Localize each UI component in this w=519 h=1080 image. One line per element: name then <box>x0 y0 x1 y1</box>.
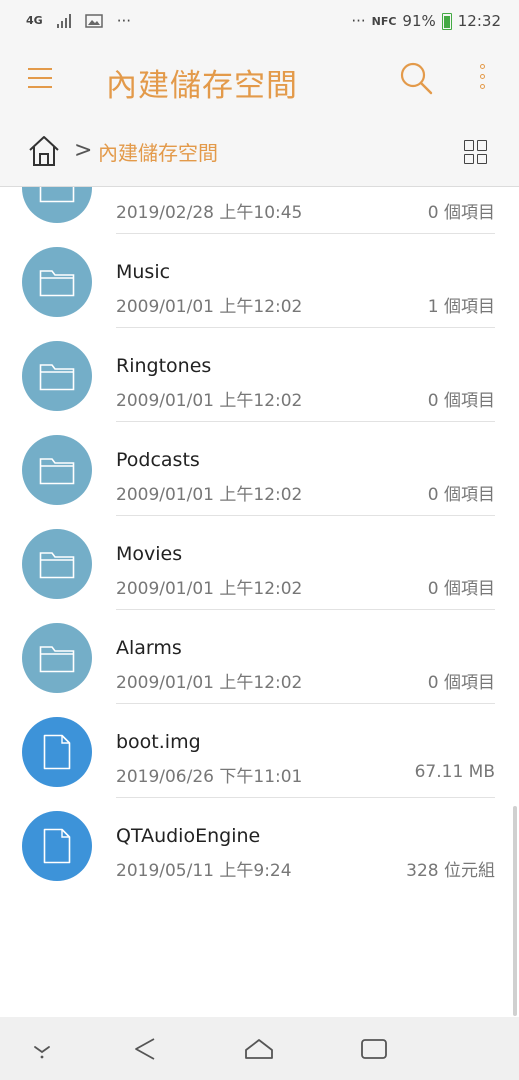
scrollbar[interactable] <box>513 806 517 1016</box>
item-name: Music <box>116 261 171 283</box>
more-status-icon: ··· <box>351 12 366 30</box>
item-meta: 0 個項目 <box>427 579 495 599</box>
chevron-down-icon[interactable] <box>26 1033 58 1065</box>
recent-apps-icon[interactable] <box>358 1033 390 1065</box>
item-name: bluetooth <box>116 187 207 189</box>
folder-icon <box>22 247 92 317</box>
item-meta: 328 位元組 <box>406 861 495 881</box>
item-meta: 1 個項目 <box>427 297 495 317</box>
nfc-icon: NFC <box>371 14 397 28</box>
battery-icon <box>441 12 452 30</box>
list-item[interactable]: QTAudioEngine 2019/05/11 上午9:24 328 位元組 <box>0 798 519 892</box>
item-date: 2009/01/01 上午12:02 <box>116 297 303 317</box>
item-meta: 0 個項目 <box>427 391 495 411</box>
navigation-bar <box>0 1017 519 1080</box>
item-date: 2019/06/26 下午11:01 <box>116 767 303 787</box>
list-item[interactable]: boot.img 2019/06/26 下午11:01 67.11 MB <box>0 704 519 798</box>
item-name: Podcasts <box>116 449 200 471</box>
more-options-icon[interactable] <box>478 64 490 96</box>
item-meta: 67.11 MB <box>414 762 495 782</box>
clock: 12:32 <box>457 12 501 30</box>
item-name: Movies <box>116 543 183 565</box>
breadcrumb: > 內建儲存空間 <box>0 120 519 187</box>
page-title: 內建儲存空間 <box>106 68 298 104</box>
list-item[interactable]: Movies 2009/01/01 上午12:02 0 個項目 <box>0 516 519 610</box>
breadcrumb-current[interactable]: 內建儲存空間 <box>98 137 218 166</box>
list-item[interactable]: Alarms 2009/01/01 上午12:02 0 個項目 <box>0 610 519 704</box>
home-nav-icon[interactable] <box>243 1033 275 1065</box>
grid-view-icon[interactable] <box>464 140 488 164</box>
signal-icon <box>56 14 71 28</box>
file-list: bluetooth 2019/02/28 上午10:45 0 個項目 Music… <box>0 187 519 1017</box>
search-icon[interactable] <box>398 60 434 96</box>
more-notifications-icon: ··· <box>116 12 131 30</box>
folder-icon <box>22 623 92 693</box>
folder-icon <box>22 529 92 599</box>
item-meta: 0 個項目 <box>427 203 495 223</box>
item-meta: 0 個項目 <box>427 673 495 693</box>
item-date: 2009/01/01 上午12:02 <box>116 485 303 505</box>
home-icon[interactable] <box>28 134 60 168</box>
network-type: 4G <box>26 14 43 27</box>
folder-icon <box>22 435 92 505</box>
back-icon[interactable] <box>130 1033 162 1065</box>
folder-icon <box>22 187 92 223</box>
item-name: QTAudioEngine <box>116 825 261 847</box>
status-right: ··· NFC 91% 12:32 <box>351 12 501 30</box>
file-icon <box>22 811 92 881</box>
file-icon <box>22 717 92 787</box>
item-date: 2009/01/01 上午12:02 <box>116 673 303 693</box>
list-item[interactable]: bluetooth 2019/02/28 上午10:45 0 個項目 <box>0 187 519 234</box>
list-item[interactable]: Music 2009/01/01 上午12:02 1 個項目 <box>0 234 519 328</box>
item-date: 2009/01/01 上午12:02 <box>116 391 303 411</box>
list-item[interactable]: Ringtones 2009/01/01 上午12:02 0 個項目 <box>0 328 519 422</box>
item-name: boot.img <box>116 731 201 753</box>
battery-percent: 91% <box>402 12 436 30</box>
breadcrumb-separator: > <box>74 138 93 163</box>
menu-icon[interactable] <box>28 68 52 92</box>
item-date: 2019/02/28 上午10:45 <box>116 203 303 223</box>
folder-icon <box>22 341 92 411</box>
image-notification-icon <box>84 14 103 28</box>
item-date: 2009/01/01 上午12:02 <box>116 579 303 599</box>
item-name: Alarms <box>116 637 182 659</box>
item-name: Ringtones <box>116 355 212 377</box>
item-date: 2019/05/11 上午9:24 <box>116 861 292 881</box>
status-bar: 4G ··· ··· NFC 91% 12:32 <box>0 0 519 44</box>
status-left: 4G ··· <box>26 12 131 30</box>
app-bar: 內建儲存空間 <box>0 44 519 120</box>
list-item[interactable]: Podcasts 2009/01/01 上午12:02 0 個項目 <box>0 422 519 516</box>
item-meta: 0 個項目 <box>427 485 495 505</box>
